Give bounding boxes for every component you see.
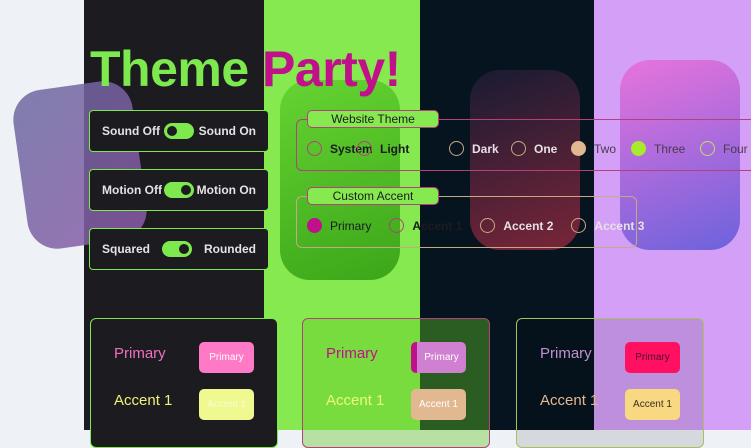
- primary-button[interactable]: Primary: [199, 342, 254, 373]
- accent-label: Accent 1: [326, 392, 385, 409]
- radio[interactable]: [700, 141, 715, 156]
- radio[interactable]: [511, 141, 526, 156]
- accent-option-3[interactable]: Accent 3: [571, 218, 644, 233]
- sound-toggle[interactable]: Sound Off Sound On: [89, 110, 269, 152]
- motion-toggle[interactable]: Motion Off Motion On: [89, 169, 269, 211]
- primary-label: Primary: [540, 345, 592, 362]
- accent-button[interactable]: Accent 1: [411, 389, 466, 420]
- primary-label: Primary: [114, 345, 166, 362]
- theme-option-dark[interactable]: Dark: [449, 141, 499, 156]
- toggle-off-label: Sound Off: [102, 124, 160, 138]
- switch[interactable]: [162, 241, 192, 257]
- radio[interactable]: [389, 218, 405, 233]
- accent-option-2[interactable]: Accent 2: [480, 218, 553, 233]
- accent-option-1[interactable]: Accent 1: [389, 218, 462, 233]
- radio[interactable]: [571, 218, 587, 233]
- website-theme-options: System Light Dark One Two Three Four: [307, 141, 751, 157]
- shape-toggle[interactable]: Squared Rounded: [89, 228, 269, 270]
- radio-selected[interactable]: [307, 218, 322, 233]
- radio[interactable]: [449, 141, 464, 156]
- theme-option-light[interactable]: Light: [357, 141, 409, 156]
- website-theme-legend: Website Theme: [307, 110, 439, 128]
- theme-option-one[interactable]: One: [511, 141, 557, 156]
- radio[interactable]: [357, 141, 372, 156]
- radio-selected[interactable]: [631, 141, 646, 156]
- primary-button[interactable]: Primary: [625, 342, 680, 373]
- theme-option-two[interactable]: Two: [571, 141, 616, 156]
- toggle-on-label: Sound On: [198, 124, 256, 138]
- switch[interactable]: [164, 123, 195, 139]
- accent-option-primary[interactable]: Primary: [307, 218, 371, 233]
- theme-card-dark: Primary Primary Accent 1 Accent 1: [90, 318, 278, 448]
- accent-button[interactable]: Accent 1: [199, 389, 254, 420]
- toggle-off-label: Squared: [102, 242, 151, 256]
- theme-card-navy: Primary Primary Accent 1 Accent 1: [516, 318, 704, 448]
- page-title: Theme Party!: [90, 41, 401, 97]
- primary-button[interactable]: Primary: [411, 342, 466, 373]
- switch[interactable]: [164, 182, 195, 198]
- toggle-on-label: Motion On: [196, 183, 256, 197]
- accent-label: Accent 1: [540, 392, 599, 409]
- toggle-off-label: Motion Off: [102, 183, 162, 197]
- theme-option-four[interactable]: Four: [700, 141, 748, 156]
- puzzle-image: [9, 77, 151, 253]
- accent-label: Accent 1: [114, 392, 173, 409]
- primary-label: Primary: [326, 345, 378, 362]
- theme-option-three[interactable]: Three: [631, 141, 685, 156]
- theme-card-green: Primary Primary Accent 1 Accent 1: [302, 318, 490, 448]
- custom-accent-options: Primary Accent 1 Accent 2 Accent 3: [307, 218, 662, 233]
- accent-button[interactable]: Accent 1: [625, 389, 680, 420]
- toggle-on-label: Rounded: [203, 242, 256, 256]
- radio[interactable]: [571, 141, 586, 156]
- custom-accent-legend: Custom Accent: [307, 187, 439, 205]
- radio[interactable]: [480, 218, 496, 233]
- radio[interactable]: [307, 141, 322, 156]
